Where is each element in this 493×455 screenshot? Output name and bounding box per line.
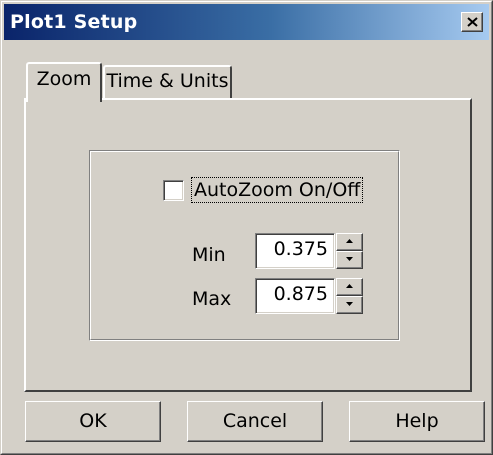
tab-time-units[interactable]: Time & Units — [103, 65, 232, 99]
min-input[interactable]: 0.375 — [255, 233, 335, 269]
min-spin-up-button[interactable] — [336, 233, 363, 251]
arrow-down-icon — [346, 302, 353, 306]
close-icon — [467, 17, 478, 27]
autozoom-checkbox[interactable] — [163, 180, 184, 201]
window-title: Plot1 Setup — [10, 11, 138, 33]
arrow-up-icon — [346, 239, 353, 243]
close-button[interactable] — [461, 12, 483, 32]
arrow-down-icon — [346, 257, 353, 261]
tab-zoom[interactable]: Zoom — [26, 62, 102, 102]
ok-button[interactable]: OK — [25, 401, 161, 442]
min-spin-down-button[interactable] — [336, 251, 363, 269]
title-bar[interactable]: Plot1 Setup — [4, 4, 489, 40]
help-button[interactable]: Help — [349, 401, 485, 442]
cancel-button[interactable]: Cancel — [187, 401, 323, 442]
max-spin-down-button[interactable] — [336, 296, 363, 314]
arrow-up-icon — [346, 284, 353, 288]
max-spin-up-button[interactable] — [336, 278, 363, 296]
max-input[interactable]: 0.875 — [255, 278, 335, 314]
max-label: Max — [192, 288, 232, 310]
min-label: Min — [192, 244, 226, 266]
autozoom-label[interactable]: AutoZoom On/Off — [191, 177, 364, 203]
setup-dialog: Plot1 Setup Time & Units Zoom AutoZoom O… — [0, 0, 493, 455]
tab-join — [28, 98, 100, 104]
